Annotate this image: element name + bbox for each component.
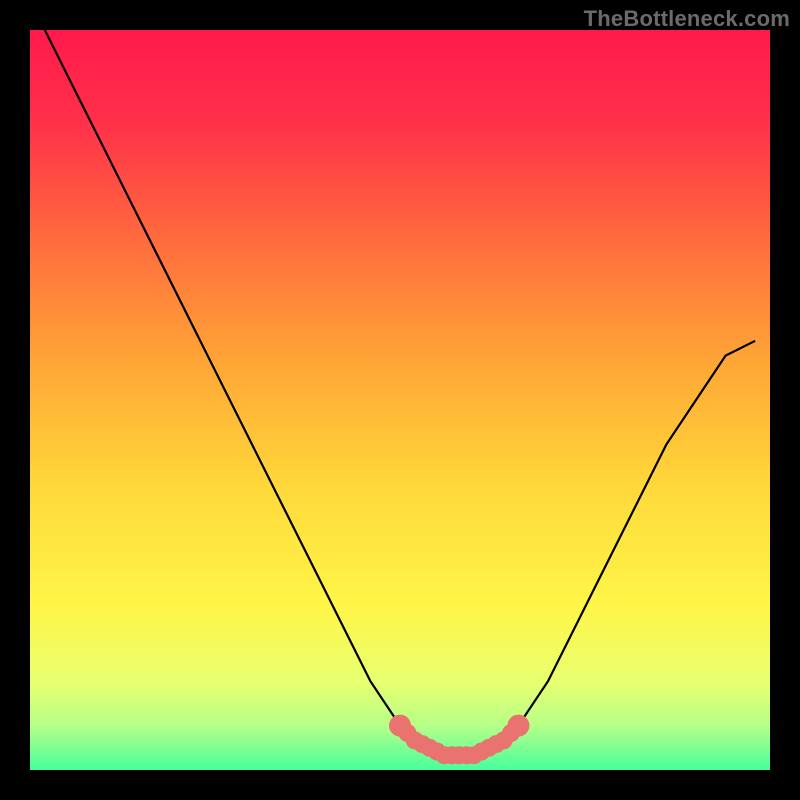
chart-container: TheBottleneck.com bbox=[0, 0, 800, 800]
bottleneck-chart bbox=[0, 0, 800, 800]
plot-background bbox=[30, 30, 770, 770]
watermark-label: TheBottleneck.com bbox=[584, 6, 790, 32]
